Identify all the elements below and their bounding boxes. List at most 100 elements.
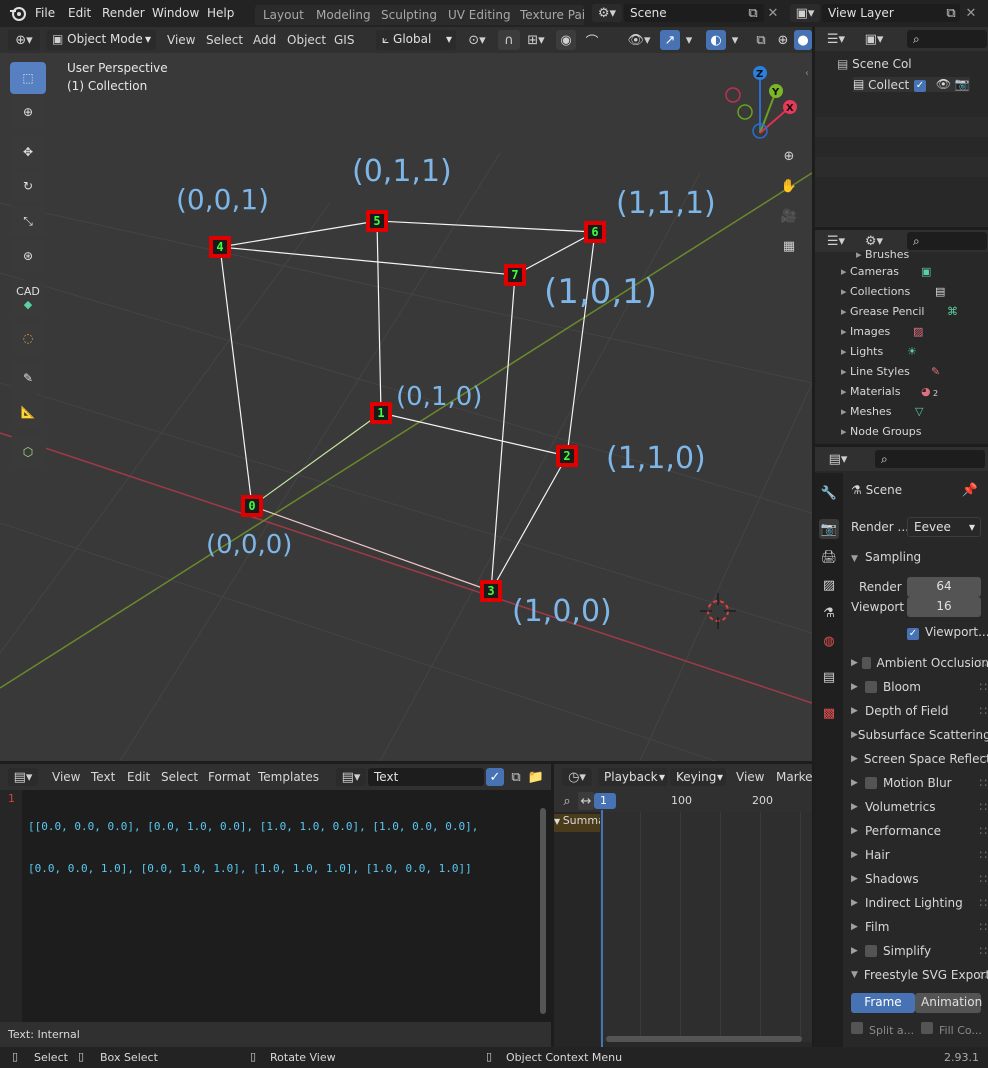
vertex-label-5[interactable]: 5 — [366, 210, 388, 232]
cad-tool[interactable]: CAD ◆ — [10, 280, 46, 316]
rotate-tool[interactable]: ↻ — [10, 170, 46, 202]
panel-depth-of-field[interactable]: ▶ Depth of Field ∷ — [851, 699, 988, 723]
scene-selector-icon[interactable]: ⚙▾ — [592, 4, 622, 22]
keying-dropdown[interactable]: Keying ▾ — [670, 768, 726, 786]
split-checkbox[interactable] — [851, 1022, 863, 1034]
proportional-falloff-icon[interactable]: ⌒ — [578, 30, 606, 50]
proportional-edit-icon[interactable]: ◉ — [556, 30, 576, 50]
3d-viewport[interactable]: (0,0,0) (0,1,0) (1,1,0) (1,0,0) (0,0,1) … — [0, 53, 812, 761]
timeline-search-icon[interactable]: ⌕ — [558, 792, 576, 810]
select-box-tool[interactable]: ⬚ — [10, 62, 46, 94]
properties-editor-icon[interactable]: ▤▾ — [821, 450, 855, 468]
overlays-toggle-icon[interactable]: ◐ — [706, 30, 726, 50]
panel-ambient-occlusion[interactable]: ▶ Ambient Occlusion ∷ — [851, 651, 988, 675]
data-item-grease-pencil[interactable]: ▸ Grease Pencil ⌘ — [841, 305, 958, 318]
camera-render-icon[interactable]: 📷 — [955, 77, 970, 91]
view-layer-tab-icon[interactable]: ▨ — [819, 575, 839, 595]
text-browse-icon[interactable]: ▤▾ — [336, 768, 366, 786]
gizmo-dropdown-icon[interactable]: ▾ — [682, 30, 696, 50]
pin-icon[interactable]: 📌 — [961, 481, 979, 499]
freestyle-animation-tab[interactable]: Animation — [915, 993, 982, 1013]
text-editor-type-icon[interactable]: ▤▾ — [8, 768, 38, 786]
viewport-menu-select[interactable]: Select — [206, 33, 243, 47]
panel-freestyle-svg-export[interactable]: ▼ Freestyle SVG Export ∷ — [851, 963, 988, 987]
menu-file[interactable]: File — [35, 6, 55, 20]
wireframe-shading-icon[interactable]: ⊕ — [774, 30, 792, 50]
data-browser-search-input[interactable]: ⌕ — [907, 232, 987, 250]
open-text-folder-icon[interactable]: 📁 — [527, 768, 545, 786]
camera-view-icon[interactable]: 🎥 — [778, 205, 800, 227]
timeline-scrollbar[interactable] — [606, 1036, 802, 1042]
timeline-keyframe-area[interactable] — [600, 812, 812, 1042]
viewport-menu-object[interactable]: Object — [287, 33, 326, 47]
samples-render-field[interactable]: 64 — [907, 577, 981, 597]
outliner-display-mode-icon[interactable]: ▣▾ — [859, 30, 889, 48]
eye-icon[interactable]: 👁 — [936, 77, 951, 91]
delete-view-layer-icon[interactable]: ✕ — [964, 4, 978, 22]
playhead-line[interactable] — [601, 810, 603, 1047]
navigation-gizmo[interactable]: Z Y X — [725, 66, 797, 139]
drag-handle-icon[interactable]: ∷ — [979, 872, 987, 886]
panel-hair[interactable]: ▶ Hair ∷ — [851, 843, 988, 867]
playback-dropdown[interactable]: Playback ▾ — [598, 768, 668, 786]
split-row[interactable]: Split a... — [851, 1022, 914, 1037]
panel-enable-checkbox[interactable] — [865, 681, 877, 693]
add-cube-tool[interactable]: ⬡ — [10, 436, 46, 468]
panel-film[interactable]: ▶ Film ∷ — [851, 915, 988, 939]
scene-tab-icon[interactable]: ⚗ — [819, 603, 839, 623]
editor-type-icon[interactable]: ⊕▾ — [8, 30, 40, 50]
viewport-menu-add[interactable]: Add — [253, 33, 276, 47]
text-name-field[interactable]: Text — [368, 768, 484, 786]
transform-orientation-dropdown[interactable]: ⟀ Global ▾ — [376, 30, 456, 50]
viewport-menu-view[interactable]: View — [167, 33, 195, 47]
overlays-dropdown-icon[interactable]: ▾ — [728, 30, 742, 50]
vertex-label-7[interactable]: 7 — [504, 264, 526, 286]
collection-exclude-checkbox[interactable]: ✓ — [914, 80, 926, 92]
menu-render[interactable]: Render — [102, 6, 145, 20]
freestyle-frame-tab[interactable]: Frame — [851, 993, 915, 1013]
solid-shading-icon[interactable]: ● — [794, 30, 812, 50]
output-tab-icon[interactable]: 🖨 — [819, 547, 839, 567]
grid-view-icon[interactable]: ▦ — [778, 235, 800, 257]
xray-toggle-icon[interactable]: ⧉ — [752, 30, 770, 50]
pivot-point-icon[interactable]: ⊙▾ — [462, 30, 492, 50]
drag-handle-icon[interactable]: ∷ — [979, 824, 987, 838]
drag-handle-icon[interactable]: ∷ — [979, 704, 987, 718]
tab-texture-paint[interactable]: Texture Paint — [512, 5, 584, 25]
collection-tab-icon[interactable]: ▤ — [819, 667, 839, 687]
viewport-denoise-checkbox[interactable]: ✓ — [907, 628, 919, 640]
snap-icon[interactable]: ∩ — [498, 30, 520, 50]
data-item-images[interactable]: ▸ Images ▨ — [841, 325, 923, 338]
panel-shadows[interactable]: ▶ Shadows ∷ — [851, 867, 988, 891]
gizmo-toggle-icon[interactable]: ↗ — [660, 30, 680, 50]
panel-enable-checkbox[interactable] — [865, 777, 877, 789]
render-tab-icon[interactable]: 📷 — [819, 519, 839, 539]
timeline-type-icon[interactable]: ◷▾ — [562, 768, 592, 786]
pan-hand-icon[interactable]: ✋ — [778, 175, 800, 197]
data-item-meshes[interactable]: ▸ Meshes ▽ — [841, 405, 923, 418]
new-scene-icon[interactable]: ⧉ — [744, 4, 762, 22]
text-menu-edit[interactable]: Edit — [127, 770, 150, 784]
texture-tab-icon[interactable]: ▩ — [819, 703, 839, 723]
properties-search-input[interactable]: ⌕ — [875, 450, 985, 468]
vertex-label-2[interactable]: 2 — [556, 445, 578, 467]
sidebar-toggle-icon[interactable]: ‹ — [802, 65, 812, 81]
data-browser-editor-icon[interactable]: ☰▾ — [821, 232, 851, 250]
drag-handle-icon[interactable]: ∷ — [979, 968, 987, 982]
panel-volumetrics[interactable]: ▶ Volumetrics ∷ — [851, 795, 988, 819]
new-text-icon[interactable]: ⧉ — [507, 768, 525, 786]
data-item-materials[interactable]: ▸ Materials ◕ 2 — [841, 385, 938, 398]
drag-handle-icon[interactable]: ∷ — [979, 656, 987, 670]
panel-enable-checkbox[interactable] — [865, 945, 877, 957]
timeline-menu-view[interactable]: View — [736, 770, 764, 784]
vertex-label-3[interactable]: 3 — [480, 580, 502, 602]
zoom-icon[interactable]: ⊕ — [778, 145, 800, 167]
panel-screen-space-reflections[interactable]: ▶ Screen Space Reflections∷ — [851, 747, 988, 771]
vertex-label-4[interactable]: 4 — [209, 236, 231, 258]
summary-channel[interactable]: ▼ Summary — [554, 814, 600, 832]
scene-name-field[interactable]: Scene — [624, 4, 764, 22]
fill-checkbox[interactable] — [921, 1022, 933, 1034]
drag-handle-icon[interactable]: ∷ — [979, 848, 987, 862]
fake-user-shield-icon[interactable]: ✓ — [486, 768, 504, 786]
scale-tool[interactable]: ⤡ — [10, 205, 46, 237]
